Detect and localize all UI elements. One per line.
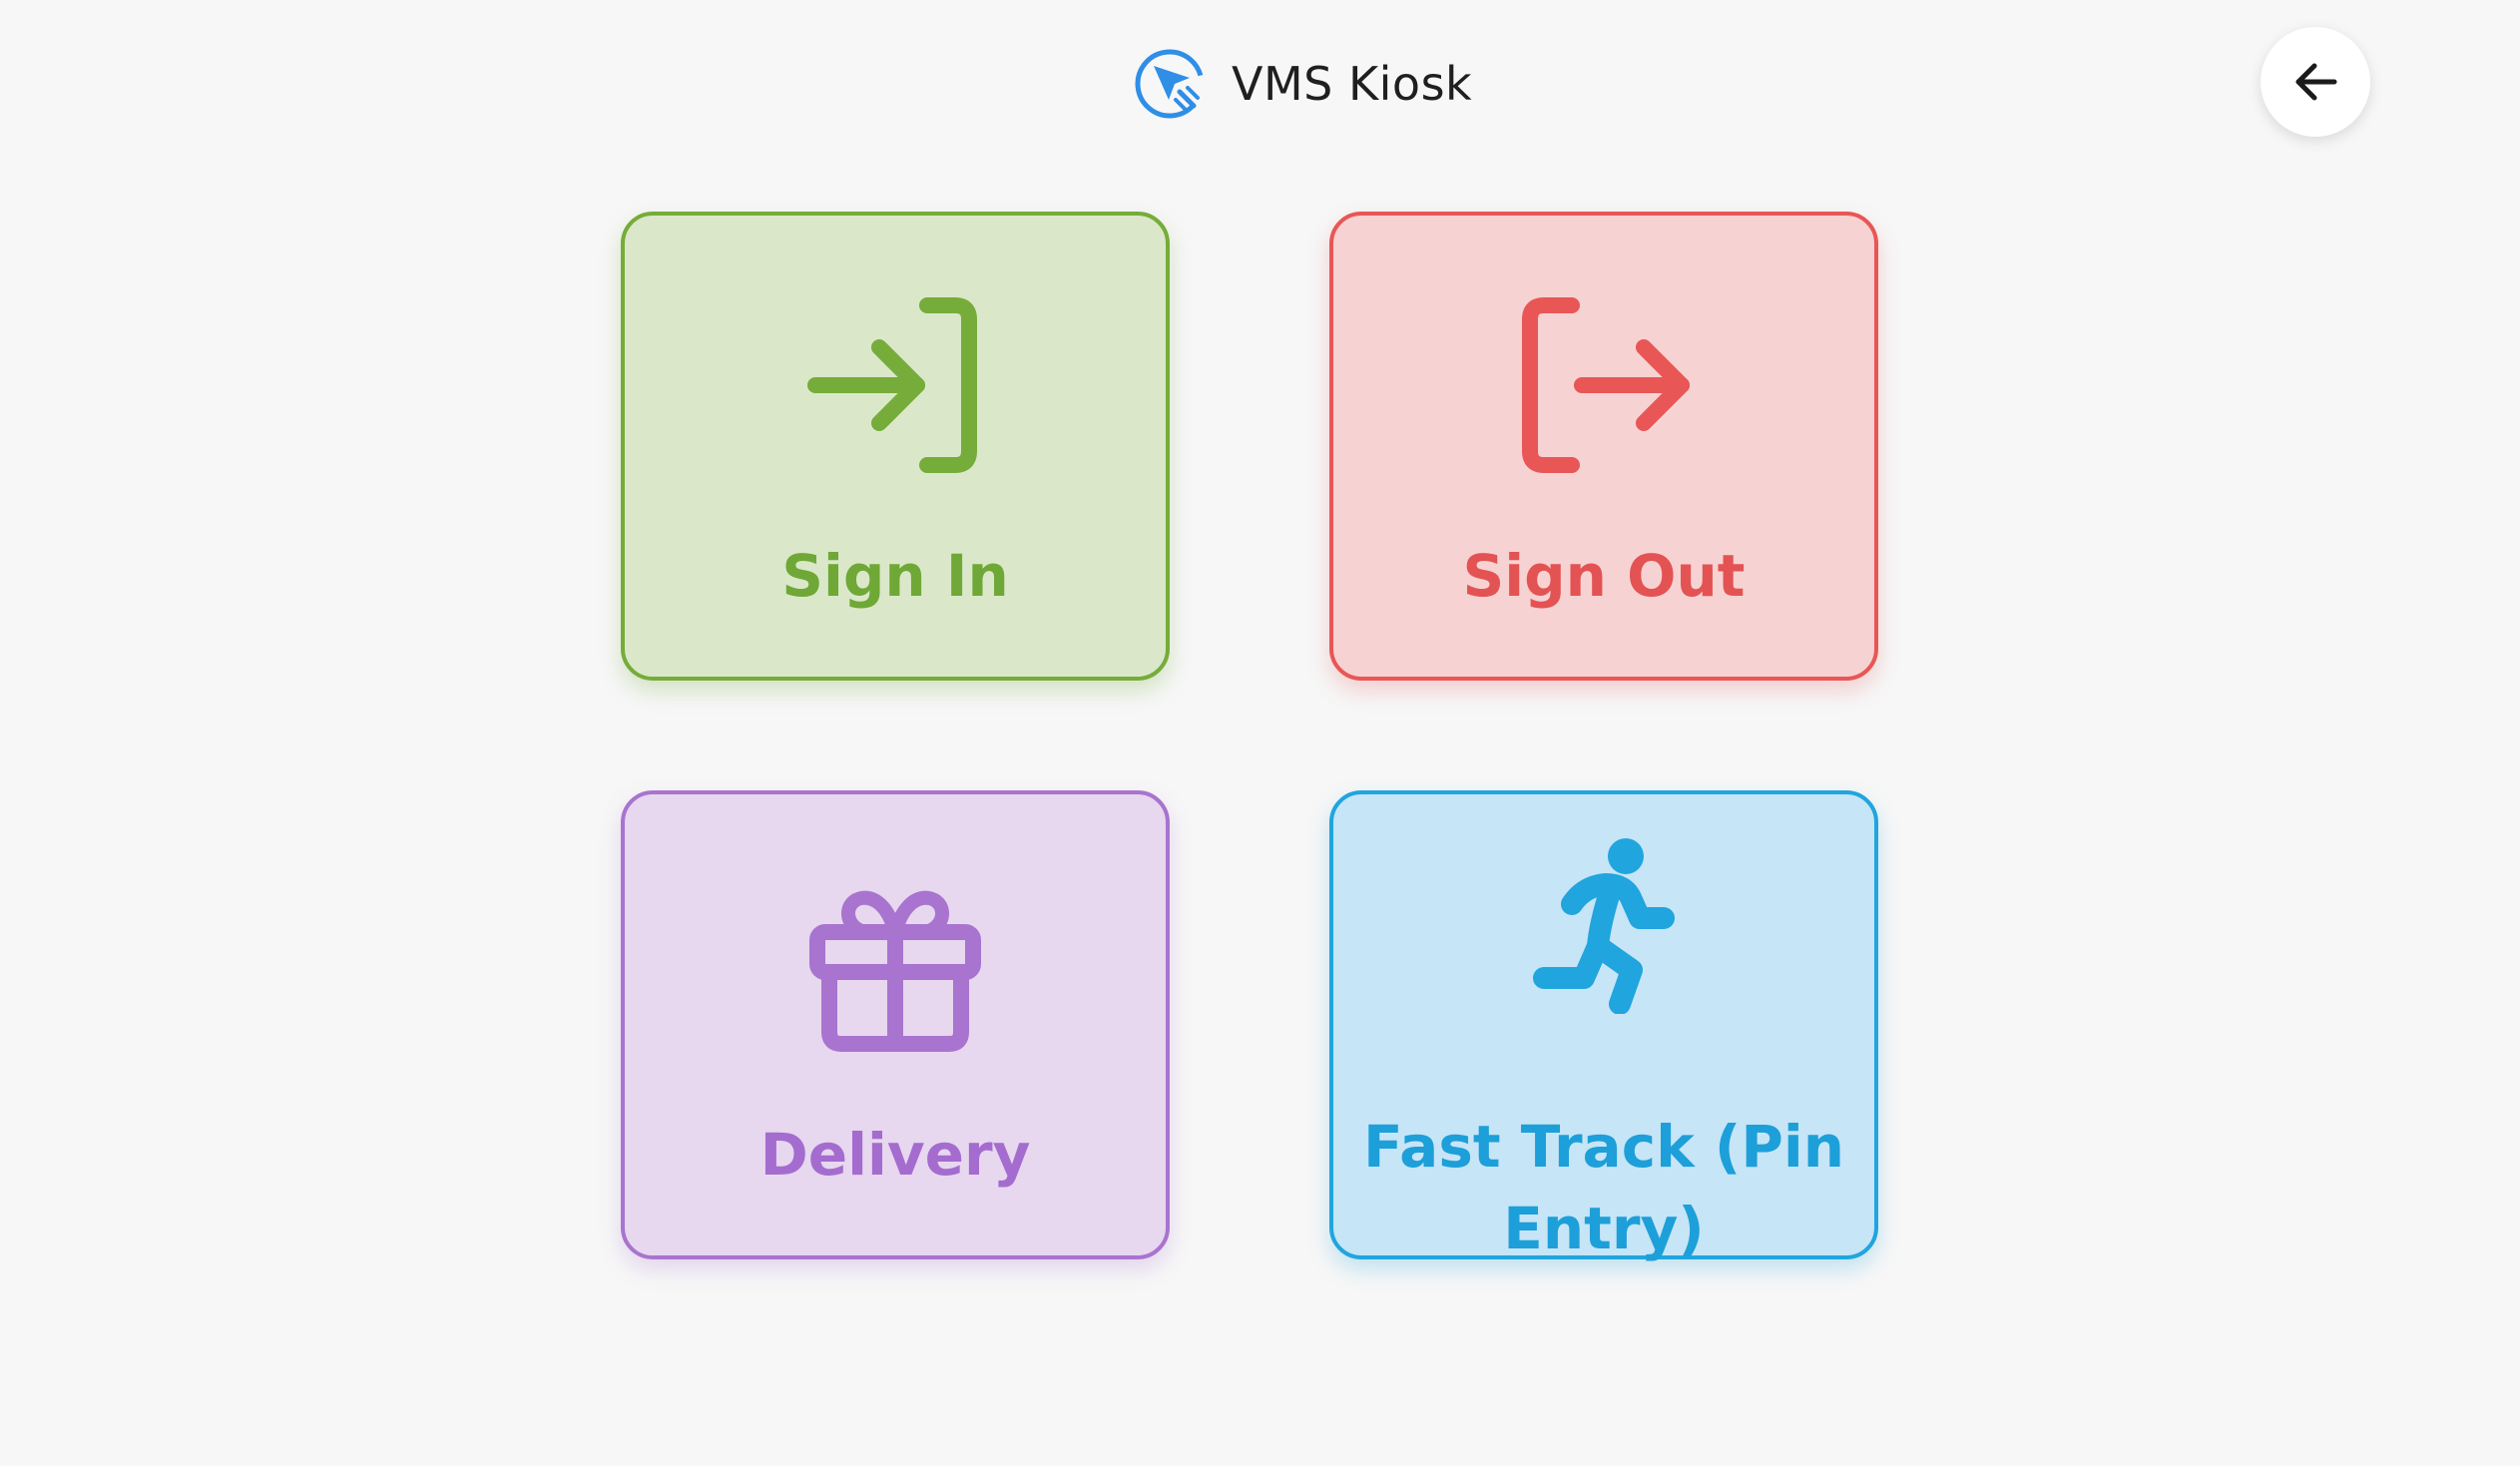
arrow-left-icon	[2295, 63, 2337, 101]
kiosk-screen: VMS Kiosk Sign In Sign Out Delivery Fast…	[0, 0, 2520, 1466]
sign-out-tile[interactable]: Sign Out	[1329, 212, 1878, 681]
delivery-label: Delivery	[759, 1121, 1031, 1189]
app-title: VMS Kiosk	[1232, 57, 1473, 111]
sign-out-icon	[1514, 295, 1694, 475]
sign-in-label: Sign In	[781, 542, 1009, 610]
brand-header: VMS Kiosk	[1132, 44, 1472, 124]
sign-in-icon	[805, 295, 985, 475]
fast-track-tile[interactable]: Fast Track (Pin Entry)	[1329, 790, 1878, 1262]
gift-icon	[805, 874, 985, 1054]
sign-out-label: Sign Out	[1462, 542, 1746, 610]
delivery-tile[interactable]: Delivery	[621, 790, 1170, 1259]
fast-track-label: Fast Track (Pin Entry)	[1362, 1113, 1845, 1262]
running-person-icon	[1514, 834, 1694, 1014]
sign-in-tile[interactable]: Sign In	[621, 212, 1170, 681]
cursor-click-icon	[1135, 49, 1205, 119]
back-button[interactable]	[2261, 27, 2370, 137]
